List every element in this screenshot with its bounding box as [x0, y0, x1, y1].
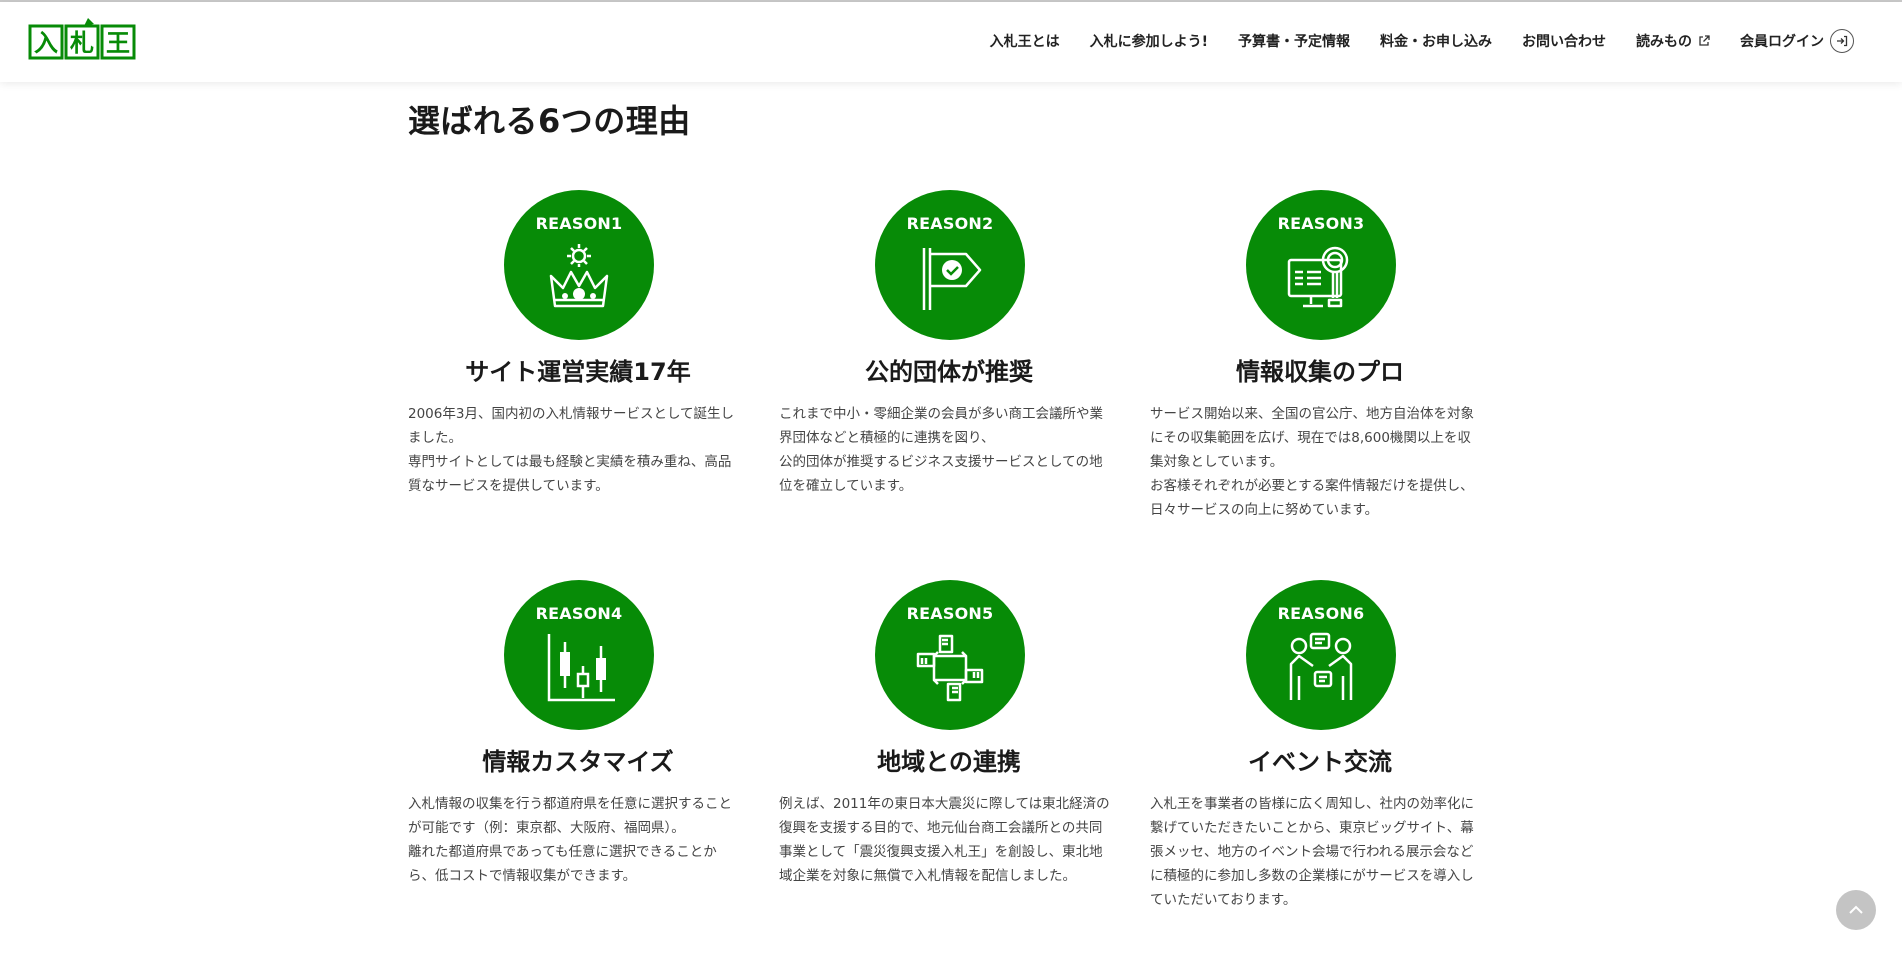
reason-label: REASON5 — [906, 604, 994, 623]
reason-label: REASON2 — [906, 214, 994, 233]
nav-item-articles[interactable]: 読みもの — [1636, 31, 1710, 51]
reason-title: サイト運営実績17年 — [465, 358, 691, 386]
logo-char-1: 入 — [34, 29, 58, 57]
reason-label: REASON6 — [1277, 604, 1365, 623]
reason-badge: REASON6 — [1246, 580, 1396, 730]
candlestick-chart-icon — [547, 634, 615, 702]
scroll-to-top-button[interactable] — [1836, 890, 1876, 930]
reason-title: 公的団体が推奨 — [865, 358, 1033, 386]
reason-card-3: REASON3 情報収集のプロ サービス開始以来、全国の官公庁、地方自治体を対象… — [1150, 190, 1490, 580]
reason-card-4: REASON4 情報カスタマイズ 入札情報の収集を行う都道府県を任意に選択するこ… — [408, 580, 748, 970]
chevron-up-icon — [1849, 905, 1863, 914]
logo-char-2: 札 — [69, 29, 94, 57]
reason-badge: REASON5 — [875, 580, 1025, 730]
nav-item-join[interactable]: 入札に参加しよう! — [1090, 31, 1208, 51]
nav-item-contact[interactable]: お問い合わせ — [1522, 31, 1606, 51]
reason-description: これまで中小・零細企業の会員が多い商工会議所や業 界団体などと積極的に連携を図り… — [779, 406, 1103, 494]
reason-label: REASON3 — [1277, 214, 1365, 233]
reason-card-1: REASON1 サイト運営実績17年 2006年3月、国内初の入札情報サービスと… — [408, 190, 748, 580]
nav-item-budget[interactable]: 予算書・予定情報 — [1238, 31, 1350, 51]
reason-card-6: REASON6 イベント交流 入札王を事業者の皆様に広く周知し、社内の効率化に … — [1150, 580, 1490, 970]
reason-badge: REASON1 — [504, 190, 654, 340]
logo-icon[interactable]: 入 札 王 — [28, 16, 138, 62]
reason-description: 入札情報の収集を行う都道府県を任意に選択すること が可能です（例：東京都、大阪府… — [408, 796, 732, 884]
reasons-grid: REASON1 サイト運営実績17年 2006年3月、国内初の入札情報サービスと… — [408, 190, 1488, 970]
reason-card-2: REASON2 公的団体が推奨 これまで中小・零細企業の会員が多い商工会議所や業… — [779, 190, 1119, 580]
reason-title: 情報カスタマイズ — [482, 748, 674, 776]
logo-char-3: 王 — [106, 29, 130, 57]
login-icon — [1830, 29, 1854, 53]
section-title: 選ばれる6つの理由 — [408, 102, 691, 140]
reason-description: 例えば、2011年の東日本大震災に際しては東北経済の 復興を支援する目的で、地元… — [779, 796, 1110, 884]
reason-badge: REASON2 — [875, 190, 1025, 340]
reason-card-5: REASON5 地域との連携 例えば、2011年の東日本大震災に際しては東北経済… — [779, 580, 1119, 970]
external-link-icon — [1699, 35, 1710, 46]
reason-title: 情報収集のプロ — [1236, 358, 1404, 386]
people-conversation-icon — [1289, 632, 1353, 700]
main-nav: 入札王とは 入札に参加しよう! 予算書・予定情報 料金・お申し込み お問い合わせ… — [990, 29, 1854, 53]
reason-description: 入札王を事業者の皆様に広く周知し、社内の効率化に 繋げていただきたいことから、東… — [1150, 796, 1474, 908]
nav-item-pricing[interactable]: 料金・お申し込み — [1380, 31, 1492, 51]
joined-hands-icon — [916, 634, 984, 702]
reason-label: REASON4 — [535, 604, 623, 623]
monitor-magnifier-icon — [1287, 246, 1349, 308]
reason-title: イベント交流 — [1248, 748, 1392, 776]
reason-label: REASON1 — [535, 214, 623, 233]
reason-title: 地域との連携 — [877, 748, 1021, 776]
flag-check-icon — [922, 248, 982, 310]
nav-item-login[interactable]: 会員ログイン — [1740, 29, 1854, 53]
reason-description: サービス開始以来、全国の官公庁、地方自治体を対象 にその収集範囲を広げ、現在では… — [1150, 406, 1474, 518]
reason-badge: REASON4 — [504, 580, 654, 730]
nav-item-about[interactable]: 入札王とは — [990, 31, 1060, 51]
site-header: 入 札 王 入札王とは 入札に参加しよう! 予算書・予定情報 料金・お申し込み … — [0, 2, 1902, 82]
reason-description: 2006年3月、国内初の入札情報サービスとして誕生し ました。 専門サイトとして… — [408, 406, 735, 494]
crown-icon — [549, 244, 609, 308]
reason-badge: REASON3 — [1246, 190, 1396, 340]
